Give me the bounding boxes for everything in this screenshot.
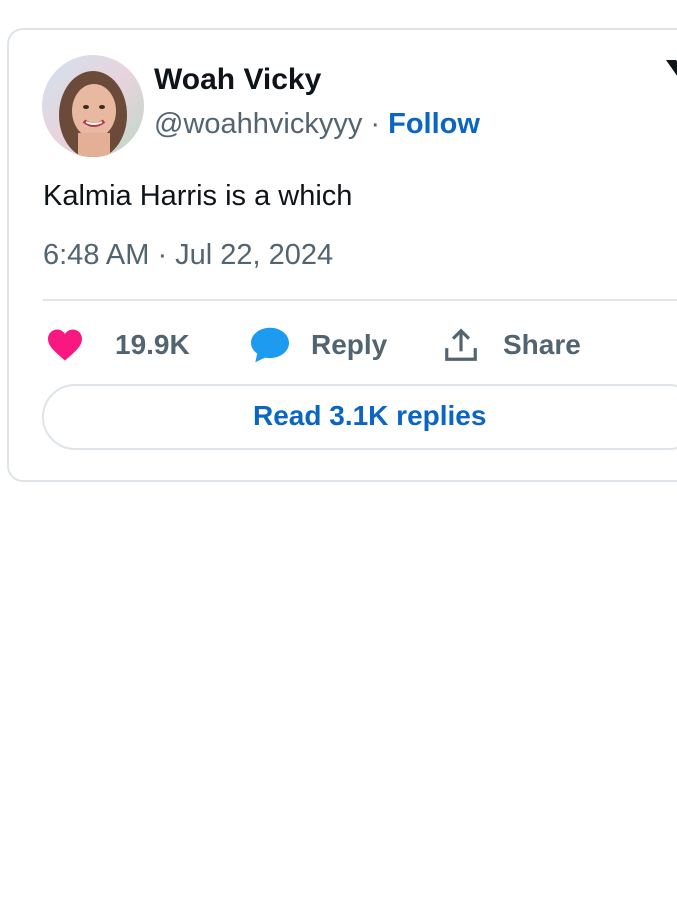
divider — [43, 299, 677, 301]
share-icon — [441, 326, 481, 364]
reply-button[interactable]: Reply — [249, 325, 387, 365]
reply-label: Reply — [311, 329, 388, 360]
like-count: 19.9K — [115, 329, 190, 360]
tweet-text: Kalmia Harris is a which — [43, 180, 353, 212]
read-replies-button[interactable]: Read 3.1K replies — [42, 384, 677, 450]
handle-separator: · — [362, 108, 389, 140]
share-button[interactable]: Share — [441, 325, 581, 365]
tweet-card: Woah Vicky @woahhvickyyy · Follow Kalmia… — [7, 28, 677, 482]
follow-button[interactable]: Follow — [388, 108, 480, 140]
author-handle[interactable]: @woahhvickyyy — [154, 108, 362, 140]
author-display-name[interactable]: Woah Vicky — [154, 63, 321, 97]
avatar[interactable] — [42, 55, 144, 157]
author-handle-row: @woahhvickyyy · Follow — [154, 108, 480, 141]
read-replies-label: Read 3.1K replies — [253, 400, 487, 431]
reply-bubble-icon — [249, 326, 291, 364]
heart-icon — [45, 328, 85, 362]
x-logo-icon[interactable] — [664, 58, 677, 102]
like-button[interactable]: 19.9K — [45, 325, 190, 365]
tweet-timestamp[interactable]: 6:48 AM · Jul 22, 2024 — [43, 239, 333, 272]
share-label: Share — [503, 329, 581, 360]
